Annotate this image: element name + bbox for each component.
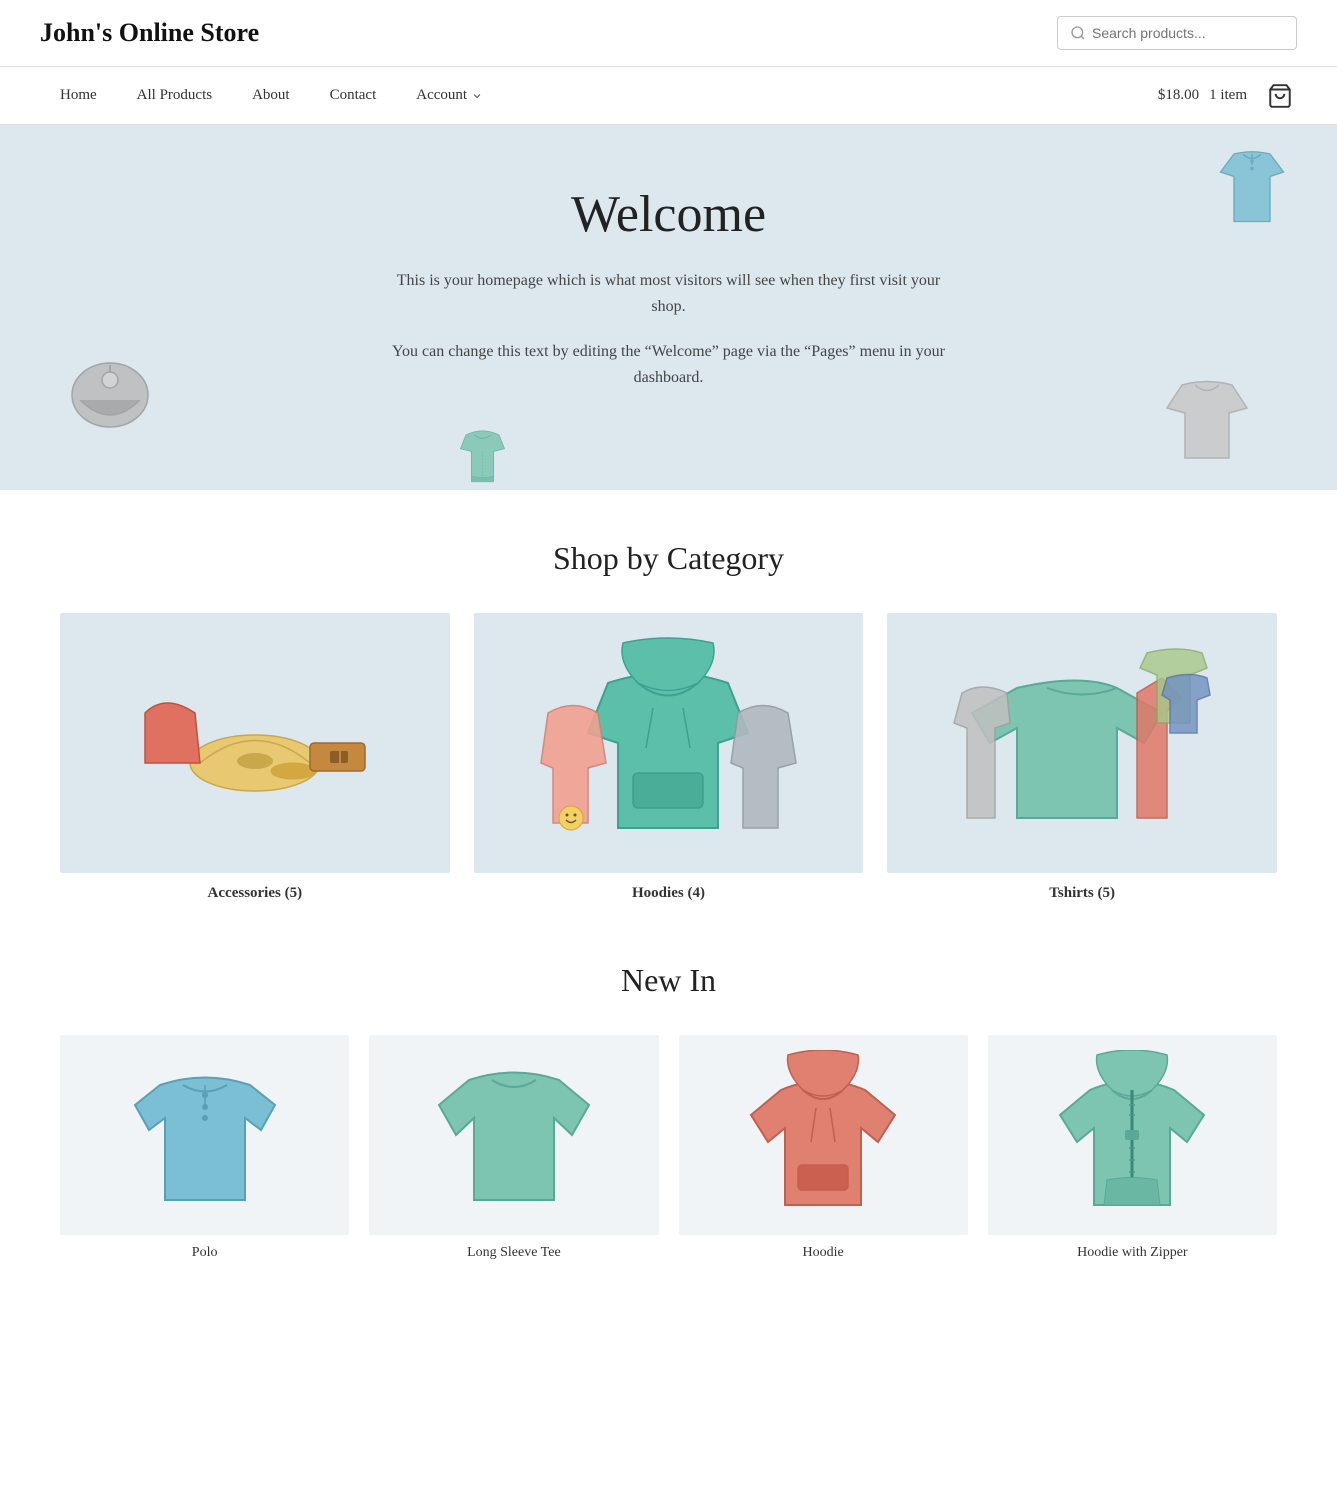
cart-icon[interactable] [1263,79,1297,113]
deco-bag [60,350,160,450]
nav-all-products[interactable]: All Products [117,67,232,124]
product-label-long-sleeve: Long Sleeve Tee [369,1245,658,1261]
category-img-accessories [60,613,450,873]
product-label-polo: Polo [60,1245,349,1261]
product-img-hoodie [679,1035,968,1235]
category-label-hoodies: Hoodies (4) [474,885,864,902]
product-long-sleeve-tee[interactable]: Long Sleeve Tee [369,1035,658,1261]
long-sleeve-illustration [434,1050,594,1220]
search-icon [1070,25,1086,41]
cart-items-count: 1 item [1209,87,1247,104]
categories-section: Shop by Category [0,490,1337,952]
nav-right: $18.00 1 item [1158,79,1297,113]
hero-title: Welcome [20,185,1317,244]
category-count-hoodies: (4) [687,885,705,901]
category-count-tshirts: (5) [1098,885,1116,901]
nav-account-label: Account [416,87,467,104]
categories-grid: Accessories (5) [60,613,1277,902]
nav-left: Home All Products About Contact Account [40,67,1158,124]
new-in-section: New In Polo [0,952,1337,1311]
chevron-down-icon [471,90,483,102]
hoodies-illustration [538,633,798,853]
product-img-hoodie-zipper [988,1035,1277,1235]
product-polo[interactable]: Polo [60,1035,349,1261]
hero-section: Welcome This is your homepage which is w… [0,125,1337,490]
category-count-accessories: (5) [285,885,303,901]
new-in-title: New In [60,962,1277,999]
category-name-accessories: Accessories [208,885,285,901]
products-grid: Polo Long Sleeve Tee [60,1035,1277,1261]
cart-amount: $18.00 [1158,87,1199,104]
header: John's Online Store [0,0,1337,67]
nav-contact[interactable]: Contact [310,67,397,124]
category-name-tshirts: Tshirts [1049,885,1097,901]
accessories-illustration [125,633,385,853]
category-img-tshirts [887,613,1277,873]
nav-home[interactable]: Home [40,67,117,124]
deco-polo-shirt [1207,145,1297,235]
category-img-hoodies [474,613,864,873]
nav-about[interactable]: About [232,67,310,124]
category-tshirts[interactable]: Tshirts (5) [887,613,1277,902]
category-label-tshirts: Tshirts (5) [887,885,1277,902]
hero-text2: You can change this text by editing the … [389,339,949,390]
category-hoodies[interactable]: Hoodies (4) [474,613,864,902]
site-title[interactable]: John's Online Store [40,18,259,48]
search-input[interactable] [1092,25,1284,41]
polo-illustration [125,1050,285,1220]
product-img-long-sleeve [369,1035,658,1235]
hoodie-illustration [743,1050,903,1220]
product-label-hoodie-zipper: Hoodie with Zipper [988,1245,1277,1261]
product-hoodie[interactable]: Hoodie [679,1035,968,1261]
deco-gray-shirt [1157,370,1257,470]
shopping-cart-icon [1267,83,1293,109]
product-label-hoodie: Hoodie [679,1245,968,1261]
tshirts-illustration [952,633,1212,853]
nav-account[interactable]: Account [396,67,503,124]
hero-text1: This is your homepage which is what most… [389,268,949,319]
category-accessories[interactable]: Accessories (5) [60,613,450,902]
product-img-polo [60,1035,349,1235]
main-nav: Home All Products About Contact Account … [0,67,1337,125]
categories-title: Shop by Category [60,540,1277,577]
category-name-hoodies: Hoodies [632,885,687,901]
product-hoodie-zipper[interactable]: Hoodie with Zipper [988,1035,1277,1261]
cart-info: $18.00 1 item [1158,87,1247,104]
category-label-accessories: Accessories (5) [60,885,450,902]
deco-mini-hoodie [455,424,510,490]
search-bar [1057,16,1297,50]
hoodie-zipper-illustration [1052,1050,1212,1220]
